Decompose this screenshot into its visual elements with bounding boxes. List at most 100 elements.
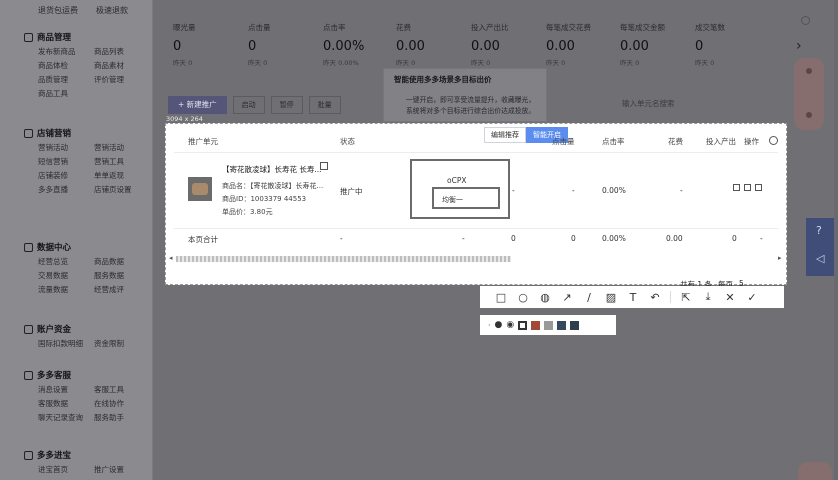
- sidebar-item-cs-tools[interactable]: 客服工具: [94, 384, 154, 395]
- clock-icon[interactable]: [744, 184, 751, 191]
- sidebar: 退货包运费 极速退款 商品管理 发布新商品 商品列表 商品体检 商品素材 品质管…: [0, 0, 152, 480]
- undo-icon[interactable]: ↶: [644, 289, 666, 305]
- scroll-right-icon[interactable]: ▸: [778, 254, 782, 262]
- edit-icon[interactable]: [320, 162, 328, 170]
- download-icon[interactable]: ⤓: [697, 289, 719, 305]
- sidebar-section-title-jinbao[interactable]: 多多进宝: [0, 448, 152, 462]
- color-swatch-white[interactable]: [518, 320, 528, 330]
- pause-button[interactable]: 暂停: [270, 96, 303, 114]
- sidebar-item-deductions[interactable]: 国际扣款明细: [38, 338, 94, 349]
- sidebar-item-traffic-data[interactable]: 流量数据: [38, 284, 94, 295]
- product-price: 单品价：3.80元: [222, 208, 273, 216]
- stat-sub: 昨天 0.00%: [323, 59, 359, 67]
- color-swatch-navy[interactable]: [557, 320, 567, 330]
- sidebar-item-msg-settings[interactable]: 消息设置: [38, 384, 94, 395]
- tab-edit-recommend[interactable]: 编辑推荐: [484, 127, 526, 143]
- product-shop: 商品名：【寄花散凌球】长寿花...: [222, 182, 324, 190]
- sidebar-link-return-shipping[interactable]: 退货包运费: [38, 5, 78, 16]
- action-row: + 新建推广 启动 暂停 批量: [168, 96, 341, 114]
- header-status[interactable]: 状态: [340, 136, 355, 147]
- sidebar-item-trade-data[interactable]: 交易数据: [38, 270, 94, 281]
- sidebar-item-goods-list[interactable]: 商品列表: [94, 46, 154, 57]
- stat-value: 0.00: [471, 39, 500, 54]
- sidebar-item-marketing-tools[interactable]: 营销工具: [94, 156, 154, 167]
- capture-region[interactable]: 编辑推荐 智能开启 推广单元 状态 点击量 点击率 花费 投入产出 操作 【寄花…: [165, 123, 787, 285]
- unit-search-input[interactable]: 输入单元名搜索: [612, 98, 792, 112]
- help-icon[interactable]: ?: [816, 224, 822, 237]
- table-h-scrollbar[interactable]: [176, 256, 511, 262]
- product-name[interactable]: 【寄花散凌球】长寿花 长寿...: [222, 164, 322, 175]
- pin-icon[interactable]: ⇱: [675, 289, 697, 305]
- sidebar-item-jinbao-home[interactable]: 进宝首页: [38, 464, 94, 475]
- stat-label: 点击量: [248, 23, 271, 32]
- size-small-icon[interactable]: ·: [488, 321, 491, 330]
- header-ctr[interactable]: 点击率: [602, 136, 625, 147]
- color-swatch-dark[interactable]: [570, 320, 580, 330]
- chevron-right-icon[interactable]: ›: [796, 38, 802, 54]
- sidebar-item-shop-page[interactable]: 店铺页设置: [94, 184, 154, 195]
- batch-button[interactable]: 批量: [308, 96, 341, 114]
- dot-icon: [806, 112, 812, 118]
- trend-icon[interactable]: [733, 184, 740, 191]
- sidebar-item-fund-limit[interactable]: 资金限制: [94, 338, 154, 349]
- sidebar-item-campaign-2[interactable]: 营销活动: [94, 142, 154, 153]
- color-swatch-red[interactable]: [531, 320, 541, 330]
- bid-strategy-select[interactable]: 均衡一: [432, 187, 500, 209]
- size-large-icon[interactable]: ◉: [506, 320, 514, 330]
- arrow-icon[interactable]: ↗: [556, 289, 578, 305]
- sidebar-item-service-data[interactable]: 服务数据: [94, 270, 154, 281]
- sidebar-section-title-data[interactable]: 数据中心: [0, 240, 152, 254]
- text-icon[interactable]: T: [622, 289, 644, 305]
- copy-icon[interactable]: [755, 184, 762, 191]
- sidebar-item-goods-tools[interactable]: 商品工具: [38, 88, 94, 99]
- sidebar-divider: [152, 0, 153, 480]
- floating-mascot[interactable]: [798, 462, 832, 480]
- column-settings-icon[interactable]: [769, 136, 778, 145]
- start-button[interactable]: 启动: [232, 96, 265, 114]
- rectangle-icon[interactable]: □: [490, 289, 512, 305]
- marker-icon[interactable]: ▨: [600, 289, 622, 305]
- sidebar-item-publish[interactable]: 发布新商品: [38, 46, 94, 57]
- sidebar-item-goods-data[interactable]: 商品数据: [94, 256, 154, 267]
- sidebar-item-goods-check[interactable]: 商品体检: [38, 60, 94, 71]
- sidebar-item-evaluation[interactable]: 经营成评: [94, 284, 154, 295]
- sidebar-item-quality[interactable]: 品质管理: [38, 74, 94, 85]
- sidebar-item-goods-material[interactable]: 商品素材: [94, 60, 154, 71]
- sidebar-item-assistant[interactable]: 服务助手: [94, 412, 154, 423]
- collapse-icon[interactable]: ◁: [816, 252, 824, 265]
- sidebar-section-title-goods[interactable]: 商品管理: [0, 30, 152, 44]
- sidebar-item-reviews[interactable]: 评价管理: [94, 74, 154, 85]
- cancel-icon[interactable]: ✕: [719, 289, 741, 305]
- create-promo-button[interactable]: + 新建推广: [168, 96, 227, 114]
- section-title-text: 多多客服: [37, 371, 72, 381]
- mosaic-icon[interactable]: ◍: [534, 289, 556, 305]
- sidebar-item-promo-settings[interactable]: 推广设置: [94, 464, 154, 475]
- size-medium-icon[interactable]: ●: [495, 320, 503, 330]
- settings-gear-icon[interactable]: [801, 16, 810, 25]
- sidebar-item-collab[interactable]: 在线协作: [94, 398, 154, 409]
- sidebar-item-decor[interactable]: 店铺装修: [38, 170, 94, 181]
- sidebar-link-fast-refund[interactable]: 极速退款: [96, 5, 128, 16]
- ellipse-icon[interactable]: ○: [512, 289, 534, 305]
- header-spend[interactable]: 花费: [668, 136, 683, 147]
- color-swatch-gray[interactable]: [544, 320, 554, 330]
- stat-impressions: 曝光量 0 昨天 0: [173, 22, 245, 67]
- sidebar-item-cashback[interactable]: 单单返现: [94, 170, 154, 181]
- sidebar-section-title-marketing[interactable]: 店铺营销: [0, 126, 152, 140]
- confirm-icon[interactable]: ✓: [741, 289, 763, 305]
- page-scrollbar[interactable]: [834, 0, 838, 480]
- sidebar-section-title-funds[interactable]: 账户资金: [0, 322, 152, 336]
- pen-icon[interactable]: ∕: [578, 289, 600, 305]
- scroll-left-icon[interactable]: ◂: [169, 254, 173, 262]
- sidebar-item-sms[interactable]: 短信营销: [38, 156, 94, 167]
- sidebar-section-title-cs[interactable]: 多多客服: [0, 368, 152, 382]
- header-clicks[interactable]: 点击量: [552, 136, 575, 147]
- sidebar-item-campaign[interactable]: 营销活动: [38, 142, 94, 153]
- floating-assistant[interactable]: [794, 58, 824, 130]
- sidebar-item-cs-data[interactable]: 客服数据: [38, 398, 94, 409]
- sidebar-item-chat-history[interactable]: 聊天记录查询: [38, 412, 94, 423]
- header-roi[interactable]: 投入产出: [706, 136, 736, 147]
- sidebar-item-overview[interactable]: 经营总览: [38, 256, 94, 267]
- sidebar-item-live[interactable]: 多多直播: [38, 184, 94, 195]
- stat-value: 0.00: [396, 39, 425, 54]
